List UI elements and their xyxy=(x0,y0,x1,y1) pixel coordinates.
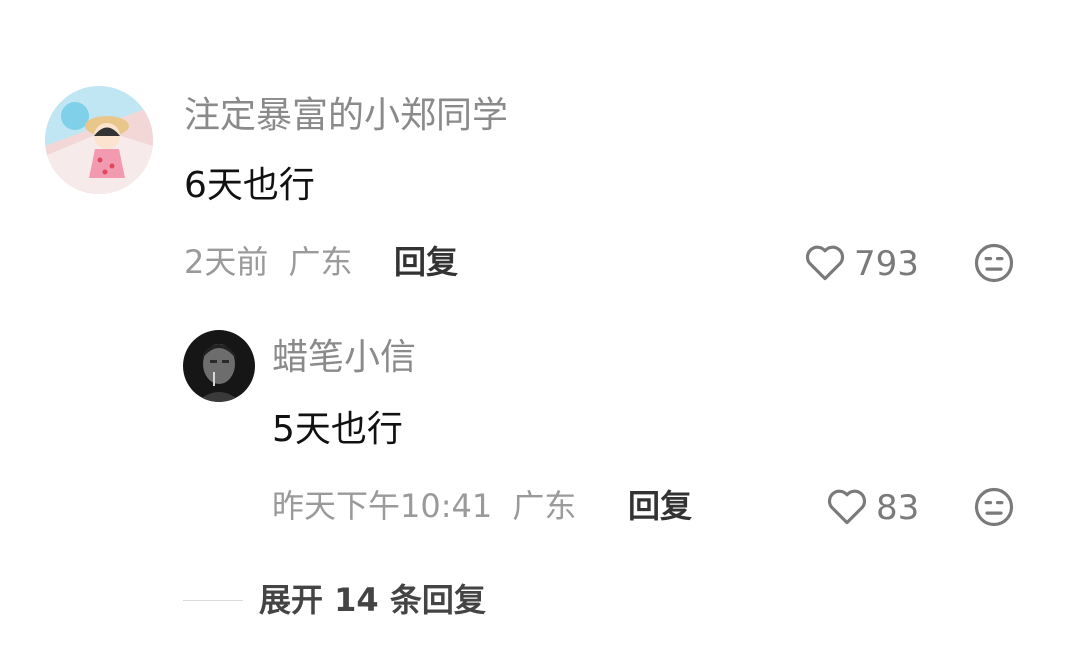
divider-line xyxy=(183,599,243,601)
comment-meta: 2天前 广东 xyxy=(184,242,353,282)
unhappy-face-icon xyxy=(973,487,1015,532)
like-button[interactable]: 793 xyxy=(804,242,919,286)
comment-text: 6天也行 xyxy=(184,165,315,206)
heart-outline-icon xyxy=(826,486,868,530)
reply-text: 5天也行 xyxy=(272,409,403,450)
like-count: 793 xyxy=(854,244,919,284)
reply-location: 广东 xyxy=(512,487,577,525)
reply-username[interactable]: 蜡笔小信 xyxy=(272,336,416,380)
avatar[interactable] xyxy=(183,330,255,402)
avatar[interactable] xyxy=(45,86,153,194)
comment-username[interactable]: 注定暴富的小郑同学 xyxy=(184,94,508,138)
expand-replies-button[interactable]: 展开 14 条回复 xyxy=(183,580,486,620)
unhappy-face-icon xyxy=(973,243,1015,288)
reply-item: 蜡笔小信 5天也行 昨天下午10:41 广东 回复 83 xyxy=(0,300,1078,550)
comment-location: 广东 xyxy=(288,243,353,281)
like-count: 83 xyxy=(876,488,920,528)
reply-button[interactable]: 回复 xyxy=(628,486,692,526)
comment-item: 注定暴富的小郑同学 6天也行 2天前 广东 回复 793 xyxy=(0,0,1078,300)
reply-time: 昨天下午10:41 xyxy=(272,487,493,525)
dislike-button[interactable] xyxy=(973,242,1015,288)
heart-outline-icon xyxy=(804,242,846,286)
comment-time: 2天前 xyxy=(184,243,269,281)
expand-replies-label: 展开 14 条回复 xyxy=(259,581,486,619)
like-button[interactable]: 83 xyxy=(826,486,919,530)
dislike-button[interactable] xyxy=(973,486,1015,532)
reply-meta: 昨天下午10:41 广东 xyxy=(272,486,576,526)
reply-button[interactable]: 回复 xyxy=(394,242,458,282)
